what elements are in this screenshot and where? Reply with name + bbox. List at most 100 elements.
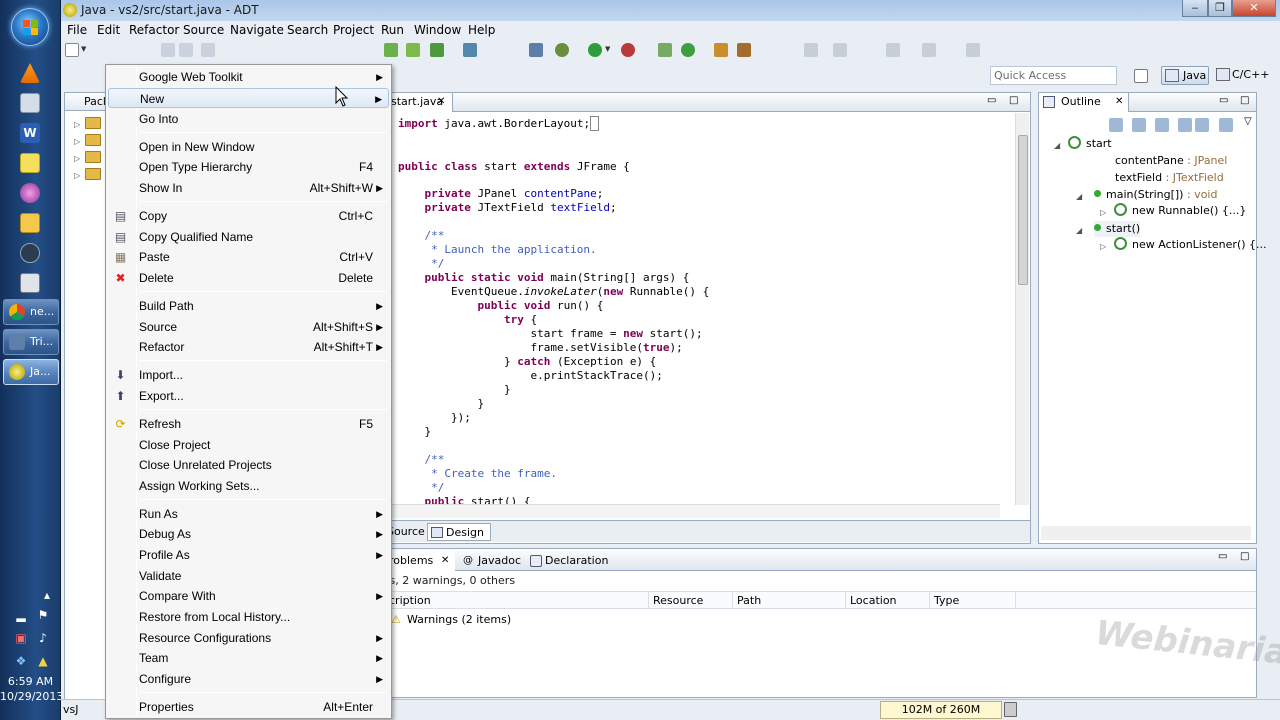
expand-arrow-icon[interactable]: ▷ (1100, 242, 1106, 251)
heap-status[interactable]: 102M of 260M (880, 701, 1002, 719)
menu-item-delete[interactable]: ✖ Delete Delete (108, 268, 389, 288)
menu-item-copy-qualified-name[interactable]: ▤ Copy Qualified Name (108, 227, 389, 247)
menu-item-validate[interactable]: Validate (108, 566, 389, 586)
lint-icon[interactable] (430, 43, 444, 57)
editor-horizontal-scrollbar[interactable] (385, 504, 1000, 518)
calculator-icon[interactable] (20, 273, 40, 293)
sort-icon[interactable] (1132, 118, 1146, 132)
print-icon[interactable] (201, 43, 215, 57)
google-drive-icon[interactable]: ▲ (36, 654, 50, 668)
menu-item-build-path[interactable]: Build Path ▶ (108, 296, 389, 316)
tab-source[interactable]: Source (387, 523, 425, 541)
menu-item-profile-as[interactable]: Profile As ▶ (108, 545, 389, 565)
column-type[interactable]: Type (930, 592, 1016, 609)
perspective-java-button[interactable]: Java (1161, 66, 1209, 85)
action-center-flag-icon[interactable]: ⚑ (36, 608, 50, 622)
menu-item-source[interactable]: Source Alt+Shift+S ▶ (108, 317, 389, 337)
menu-item-paste[interactable]: ▦ Paste Ctrl+V (108, 247, 389, 267)
menu-item-close-project[interactable]: Close Project (108, 435, 389, 455)
outline-node-constructor[interactable]: start() (1094, 221, 1141, 237)
expand-arrow-icon[interactable]: ▷ (74, 137, 80, 146)
menu-item-refresh[interactable]: ⟳ Refresh F5 (108, 414, 389, 434)
menu-source[interactable]: Source (183, 21, 224, 39)
open-perspective-icon[interactable] (1134, 69, 1148, 83)
hide-fields-icon[interactable] (1155, 118, 1169, 132)
editor-vertical-scrollbar[interactable] (1015, 113, 1029, 505)
minimize-view-icon[interactable]: ▭ (1219, 95, 1228, 106)
minimize-button[interactable]: ‒ (1182, 0, 1208, 17)
outline-node-class[interactable]: start (1068, 136, 1112, 152)
dropbox-icon[interactable]: ❖ (14, 654, 28, 668)
taskbar-button-trillian[interactable]: Tri... (3, 329, 59, 355)
menu-item-resource-configurations[interactable]: Resource Configurations ▶ (108, 628, 389, 648)
minimize-view-icon[interactable]: ▭ (987, 95, 996, 106)
new-icon[interactable] (65, 43, 79, 57)
tab-declaration[interactable]: Declaration (529, 551, 608, 571)
expand-arrow-icon[interactable]: ◢ (1054, 141, 1060, 150)
close-icon[interactable]: ✕ (441, 551, 449, 571)
menu-item-open-in-new-window[interactable]: Open in New Window (108, 137, 389, 157)
explorer-folder-icon[interactable] (20, 213, 40, 233)
chevron-down-icon[interactable]: ▼ (81, 45, 87, 55)
search-icon[interactable] (737, 43, 751, 57)
menu-refactor[interactable]: Refactor (129, 21, 179, 39)
menu-item-go-into[interactable]: Go Into (108, 109, 389, 129)
project-folder-icon[interactable] (85, 134, 101, 146)
forward-icon[interactable] (922, 43, 936, 57)
menu-item-compare-with[interactable]: Compare With ▶ (108, 586, 389, 606)
menu-item-assign-working-sets[interactable]: Assign Working Sets... (108, 476, 389, 496)
menu-item-google-web-toolkit[interactable]: Google Web Toolkit ▶ (108, 67, 389, 87)
editor-tab-start-java[interactable]: start.java ✕ (385, 93, 453, 112)
network-icon[interactable]: ▣ (14, 631, 28, 645)
menu-window[interactable]: Window (414, 21, 461, 39)
expand-arrow-icon[interactable]: ▷ (74, 154, 80, 163)
menu-project[interactable]: Project (333, 21, 374, 39)
signal-icon[interactable]: ▂ (14, 608, 28, 622)
column-location[interactable]: Location (846, 592, 930, 609)
expand-arrow-icon[interactable]: ▷ (74, 120, 80, 129)
menu-item-export[interactable]: ⬆ Export... (108, 386, 389, 406)
outline-tab[interactable]: Outline ✕ (1039, 93, 1129, 112)
outline-node-field[interactable]: textField : JTextField (1115, 170, 1224, 186)
menu-item-restore-from-local-history[interactable]: Restore from Local History... (108, 607, 389, 627)
sticky-notes-icon[interactable] (20, 153, 40, 173)
menu-item-team[interactable]: Team ▶ (108, 648, 389, 668)
menu-item-open-type-hierarchy[interactable]: Open Type Hierarchy F4 (108, 157, 389, 177)
tray-arrow-icon[interactable]: ▴ (40, 588, 54, 602)
menu-item-run-as[interactable]: Run As ▶ (108, 504, 389, 524)
menu-navigate[interactable]: Navigate (230, 21, 284, 39)
menu-edit[interactable]: Edit (97, 21, 120, 39)
external-tools-icon[interactable] (621, 43, 635, 57)
view-menu-icon[interactable]: ▽ (1244, 116, 1252, 127)
hide-static-icon[interactable] (1178, 118, 1192, 132)
new-class-icon[interactable] (681, 43, 695, 57)
garbage-collect-icon[interactable] (1004, 702, 1017, 717)
maximize-view-icon[interactable]: □ (1009, 95, 1018, 106)
tab-problems[interactable]: roblems ✕ (389, 551, 455, 571)
menu-search[interactable]: Search (287, 21, 328, 39)
column-path[interactable]: Path (733, 592, 846, 609)
new-java-project-icon[interactable] (658, 43, 672, 57)
word-icon[interactable]: W (20, 123, 40, 143)
project-folder-icon[interactable] (85, 168, 101, 180)
skip-breakpoints-icon[interactable] (529, 43, 543, 57)
outline-node-anonymous[interactable]: new Runnable() {...} (1114, 203, 1246, 219)
menu-item-show-in[interactable]: Show In Alt+Shift+W ▶ (108, 178, 389, 198)
hide-nonpublic-icon[interactable] (1195, 118, 1209, 132)
quick-access-input[interactable]: Quick Access (990, 66, 1117, 85)
scrollbar-thumb[interactable] (1018, 135, 1028, 285)
back-icon[interactable] (886, 43, 900, 57)
close-icon[interactable]: ✕ (437, 93, 445, 111)
box-app-icon[interactable] (20, 93, 40, 113)
clock-time[interactable]: 6:59 AM (0, 675, 61, 688)
package-explorer-tab[interactable]: Pack (65, 93, 110, 111)
outline-node-field[interactable]: contentPane : JPanel (1115, 153, 1227, 169)
minimize-view-icon[interactable]: ▭ (1218, 551, 1227, 562)
taskbar-button-chrome[interactable]: ne... (3, 299, 59, 325)
code-area[interactable]: import java.awt.BorderLayout; public cla… (385, 112, 1013, 512)
new-android-project-icon[interactable] (463, 43, 477, 57)
column-description[interactable]: cription (385, 592, 649, 609)
next-annotation-icon[interactable] (804, 43, 818, 57)
chevron-down-icon[interactable]: ▼ (605, 45, 611, 55)
menu-item-debug-as[interactable]: Debug As ▶ (108, 524, 389, 544)
